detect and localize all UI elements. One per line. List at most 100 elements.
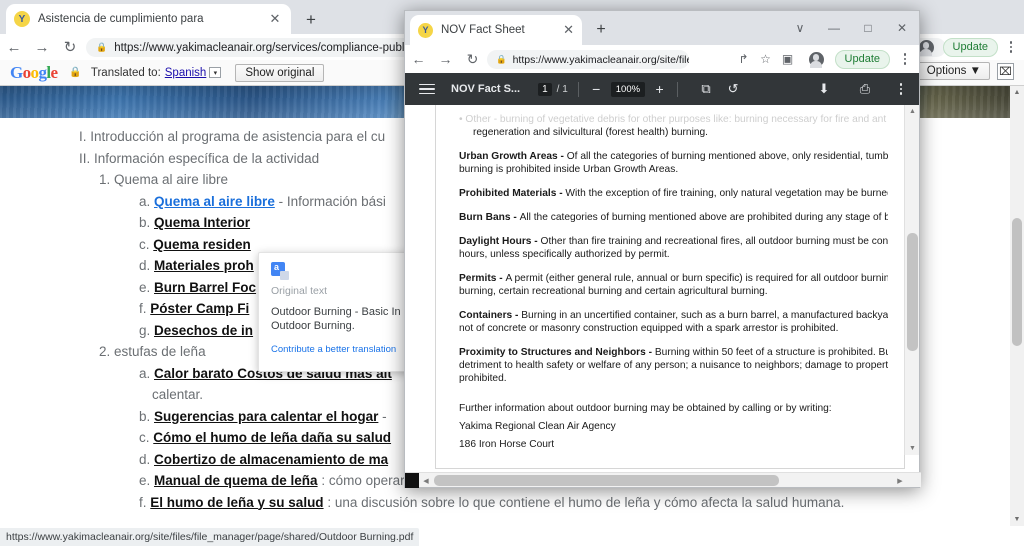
- close-window-button[interactable]: ✕: [885, 11, 919, 45]
- download-icon[interactable]: ⬇: [815, 80, 833, 98]
- avatar[interactable]: [918, 39, 934, 57]
- translate-doc-icon-letter: a: [274, 262, 280, 272]
- toc-item-link[interactable]: El humo de leña y su salud: [150, 495, 323, 510]
- rotate-icon[interactable]: ↺: [724, 80, 742, 98]
- toc-item-link[interactable]: Desechos de in: [154, 323, 253, 338]
- side-panel-icon[interactable]: ▣: [778, 49, 798, 69]
- zoom-in-button[interactable]: +: [652, 81, 667, 97]
- show-original-button[interactable]: Show original: [235, 63, 325, 82]
- pdf-scrollbar-thumb[interactable]: [907, 233, 918, 351]
- toc-item-link[interactable]: Quema al aire libre: [154, 194, 275, 209]
- new-tab-button[interactable]: +: [300, 9, 322, 31]
- forward-arrow-icon[interactable]: →: [28, 34, 56, 60]
- contribute-translation-link[interactable]: Contribute a better translation: [271, 344, 403, 355]
- pdf-paragraph-line: A permit (either general rule, annual or…: [505, 273, 888, 284]
- translate-options-button[interactable]: Options ▼: [917, 62, 990, 80]
- browser-tab-compliance[interactable]: Y Asistencia de cumplimiento para ✕: [6, 4, 291, 34]
- scroll-down-icon[interactable]: ▼: [1010, 513, 1024, 526]
- pdf-horizontal-scrollbar[interactable]: ◀ ▶: [405, 472, 921, 488]
- fit-to-page-icon[interactable]: ⧉: [697, 80, 715, 98]
- popup-address-bar-url: https://www.yakimacleanair.org/site/file…: [512, 53, 689, 66]
- pdf-menu-icon[interactable]: [419, 83, 435, 95]
- popup-back-arrow-icon[interactable]: ←: [405, 45, 432, 73]
- zoom-level-value[interactable]: 100%: [610, 81, 646, 97]
- pdf-paragraph-line: not of concrete or masonry construction …: [459, 323, 839, 334]
- popup-tab-nov-fact-sheet[interactable]: Y NOV Fact Sheet ✕: [410, 15, 582, 45]
- reload-icon[interactable]: ↻: [56, 34, 84, 60]
- zoom-out-button[interactable]: −: [589, 81, 604, 97]
- pdf-vertical-scrollbar[interactable]: ▲ ▼: [904, 105, 919, 455]
- popup-tab-close-icon[interactable]: ✕: [563, 22, 574, 38]
- share-icon[interactable]: ↱: [734, 49, 754, 69]
- pdf-paragraph: Permits - A permit (either general rule,…: [459, 272, 888, 285]
- toc-item-link[interactable]: Cómo el humo de leña daña su salud: [153, 430, 391, 445]
- pdf-scroll-up-icon[interactable]: ▲: [905, 105, 920, 118]
- chevron-down-icon[interactable]: ∨: [783, 11, 817, 45]
- pdf-scroll-down-icon[interactable]: ▼: [905, 442, 920, 455]
- print-icon[interactable]: ⎙: [856, 80, 874, 98]
- target-language-link[interactable]: Spanish: [165, 67, 207, 79]
- original-text-label: Original text: [271, 285, 328, 297]
- pdf-more-menu-icon[interactable]: [892, 83, 910, 95]
- pdf-hscrollbar-thumb[interactable]: [434, 475, 779, 486]
- pdf-scroll-left-icon[interactable]: ◀: [419, 473, 433, 488]
- pdf-footer-line: Further information about outdoor burnin…: [459, 403, 832, 414]
- pdf-paragraph-line: detriment to health safety or welfare of…: [459, 360, 888, 371]
- pdf-paragraph-title: Urban Growth Areas -: [459, 151, 567, 162]
- status-bar: https://www.yakimacleanair.org/site/file…: [0, 528, 420, 546]
- toc-item-marker: a.: [139, 365, 155, 381]
- pdf-paragraph: Prohibited Materials - With the exceptio…: [459, 187, 888, 200]
- pdf-paragraph: Daylight Hours - Other than fire trainin…: [459, 235, 888, 248]
- google-logo: Google: [10, 62, 58, 82]
- page-vertical-scrollbar[interactable]: ▲ ▼: [1010, 86, 1024, 526]
- divider: [577, 81, 579, 97]
- toc-item-marker: d.: [139, 258, 155, 273]
- pdf-page-number-input[interactable]: 1: [538, 82, 552, 96]
- minimize-button[interactable]: —: [817, 11, 851, 45]
- pdf-paragraph: Burn Bans - All the categories of burnin…: [459, 211, 888, 224]
- original-text-line-1: Outdoor Burning - Basic In: [271, 306, 401, 318]
- update-button[interactable]: Update: [942, 37, 998, 57]
- toc-item-link[interactable]: Burn Barrel Foc: [154, 280, 256, 295]
- back-arrow-icon[interactable]: ←: [0, 34, 28, 60]
- toc-item-link[interactable]: Quema residen: [153, 237, 251, 252]
- toc-item-link[interactable]: Materiales proh: [154, 258, 254, 273]
- translate-close-icon[interactable]: ⌧: [997, 62, 1014, 80]
- popup-new-tab-button[interactable]: +: [591, 20, 611, 40]
- pdf-paragraph-title: Prohibited Materials -: [459, 188, 566, 199]
- popup-forward-arrow-icon[interactable]: →: [432, 45, 459, 73]
- popup-address-bar[interactable]: 🔒 https://www.yakimacleanair.org/site/fi…: [487, 50, 689, 69]
- toc-item-link[interactable]: Quema Interior: [154, 215, 250, 230]
- pdf-paragraph: Containers - Burning in an uncertified c…: [459, 309, 888, 322]
- scrollbar-thumb[interactable]: [1012, 218, 1022, 346]
- maximize-button[interactable]: □: [851, 11, 885, 45]
- pdf-paragraph-title: Containers -: [459, 310, 522, 321]
- pdf-paragraph-line: Burning within 50 feet of a structure is…: [654, 347, 888, 358]
- popup-tab-title: NOV Fact Sheet: [441, 24, 525, 36]
- toc-item-link[interactable]: Cobertizo de almacenamiento de ma: [154, 452, 388, 467]
- toc-item-marker: d.: [139, 451, 155, 467]
- toc-item-link[interactable]: Póster Camp Fi: [150, 301, 249, 316]
- pdf-bullet-continuation: regeneration and silvicultural (forest h…: [473, 127, 709, 138]
- chrome-menu-icon[interactable]: [1002, 41, 1020, 53]
- chevron-down-icon[interactable]: ▾: [209, 67, 222, 78]
- pdf-paragraph-line: Other than fire training and recreationa…: [540, 236, 888, 247]
- bookmark-star-icon[interactable]: ☆: [756, 49, 776, 69]
- translate-tooltip-popup: a Original text Outdoor Burning - Basic …: [258, 252, 416, 372]
- pdf-paragraph-line: burning is prohibited inside Urban Growt…: [459, 164, 679, 175]
- pdf-paragraph-title: Daylight Hours -: [459, 236, 541, 247]
- toc-item-link[interactable]: Manual de quema de leña: [154, 473, 318, 488]
- pdf-paragraph-title: Permits -: [459, 273, 506, 284]
- popup-update-button[interactable]: Update: [834, 49, 890, 69]
- toc-link-item[interactable]: f. El humo de leña y su salud : una disc…: [0, 492, 1010, 514]
- toc-item-link[interactable]: Sugerencias para calentar el hogar: [154, 409, 378, 424]
- translate-lock-icon: 🔒: [69, 67, 82, 78]
- popup-reload-icon[interactable]: ↻: [459, 45, 486, 73]
- popup-avatar[interactable]: [808, 51, 824, 69]
- popup-chrome-menu-icon[interactable]: [896, 53, 914, 65]
- scroll-up-icon[interactable]: ▲: [1010, 86, 1024, 99]
- toc-item-description: -: [378, 408, 387, 424]
- pdf-scroll-right-icon[interactable]: ▶: [893, 473, 907, 488]
- translate-bar-right: Options ▼ ⌧: [917, 62, 1014, 80]
- close-icon[interactable]: ✕: [267, 11, 283, 27]
